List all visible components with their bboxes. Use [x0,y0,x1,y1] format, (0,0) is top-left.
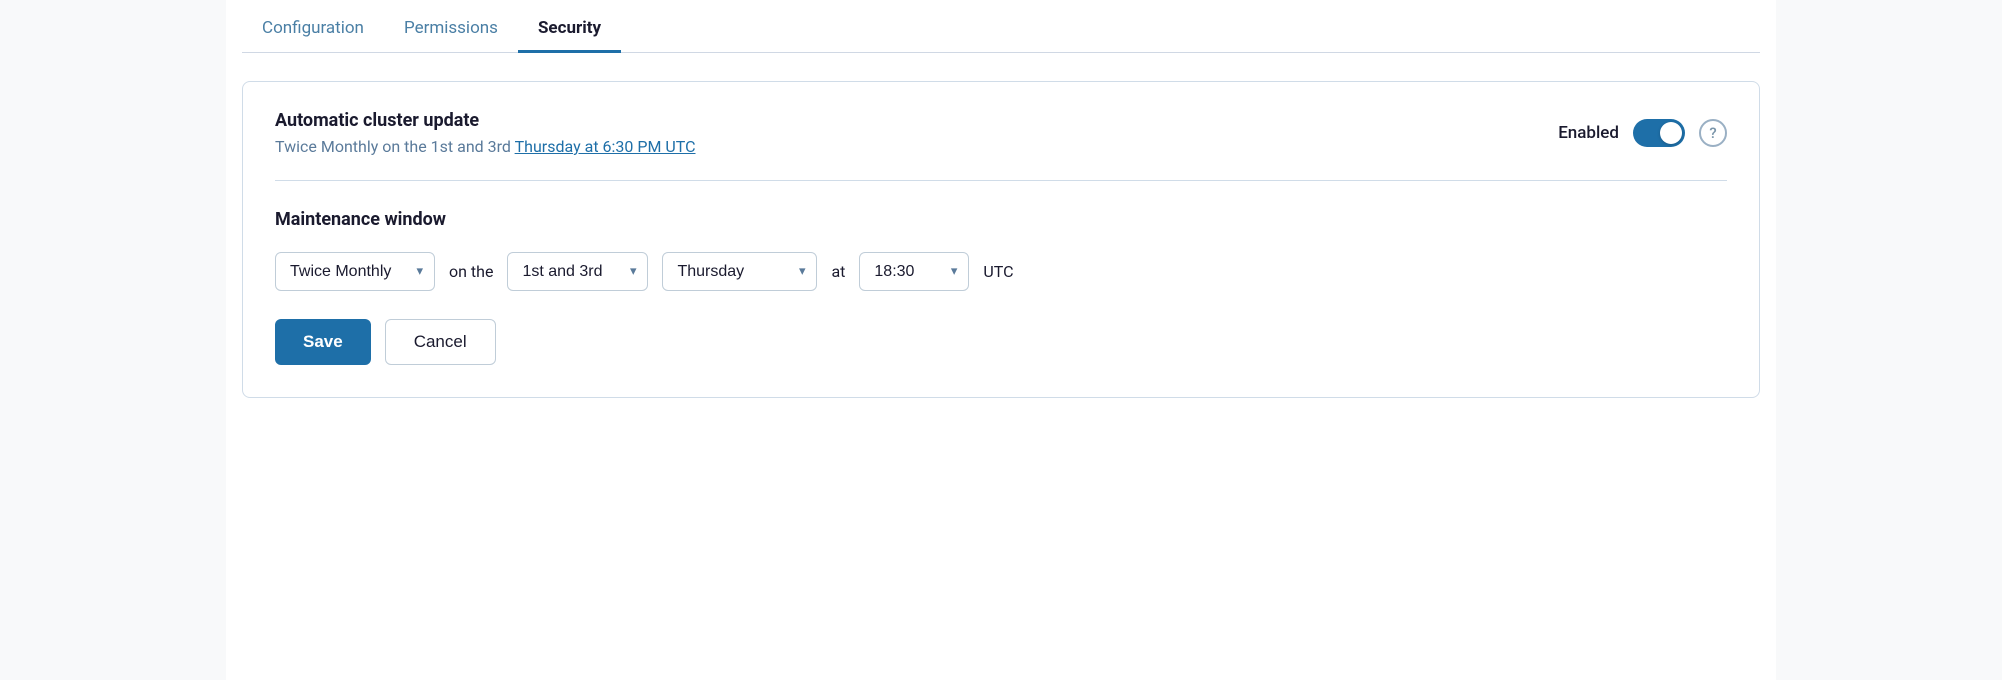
toggle-thumb [1660,122,1682,144]
cluster-update-section: Automatic cluster update Twice Monthly o… [275,110,1727,181]
save-button[interactable]: Save [275,319,371,365]
time-select[interactable]: 17:00 17:30 18:00 18:30 19:00 19:30 [859,252,969,291]
cluster-desc-link[interactable]: Thursday at 6:30 PM UTC [515,137,696,156]
maintenance-title: Maintenance window [275,209,1727,230]
help-icon[interactable]: ? [1699,119,1727,147]
frequency-select[interactable]: Twice Monthly Monthly Weekly [275,252,435,291]
utc-text: UTC [983,262,1013,281]
occurrence-dropdown-wrapper: 1st and 3rd 2nd and 4th 1st 2nd 3rd ▾ [507,252,648,291]
maintenance-window-section: Maintenance window Twice Monthly Monthly… [275,209,1727,365]
cluster-title: Automatic cluster update [275,110,696,131]
tab-permissions[interactable]: Permissions [384,4,518,53]
cluster-info: Automatic cluster update Twice Monthly o… [275,110,696,156]
cluster-description: Twice Monthly on the 1st and 3rd Thursda… [275,137,696,156]
enabled-label: Enabled [1558,123,1619,143]
on-the-text: on the [449,262,493,281]
main-content: Automatic cluster update Twice Monthly o… [242,53,1760,398]
settings-card: Automatic cluster update Twice Monthly o… [242,81,1760,398]
tab-security[interactable]: Security [518,4,621,53]
cancel-button[interactable]: Cancel [385,319,496,365]
enabled-section: Enabled ? [1558,119,1727,147]
day-select[interactable]: Monday Tuesday Wednesday Thursday Friday… [662,252,817,291]
cluster-desc-prefix: Twice Monthly on the 1st and 3rd [275,137,515,156]
at-text: at [831,262,845,281]
dropdowns-row: Twice Monthly Monthly Weekly ▾ on the 1s… [275,252,1727,291]
tab-nav: Configuration Permissions Security [242,0,1760,53]
enabled-toggle[interactable] [1633,119,1685,147]
frequency-dropdown-wrapper: Twice Monthly Monthly Weekly ▾ [275,252,435,291]
time-dropdown-wrapper: 17:00 17:30 18:00 18:30 19:00 19:30 ▾ [859,252,969,291]
occurrence-select[interactable]: 1st and 3rd 2nd and 4th 1st 2nd 3rd [507,252,648,291]
buttons-row: Save Cancel [275,319,1727,365]
day-dropdown-wrapper: Monday Tuesday Wednesday Thursday Friday… [662,252,817,291]
tab-configuration[interactable]: Configuration [242,4,384,53]
